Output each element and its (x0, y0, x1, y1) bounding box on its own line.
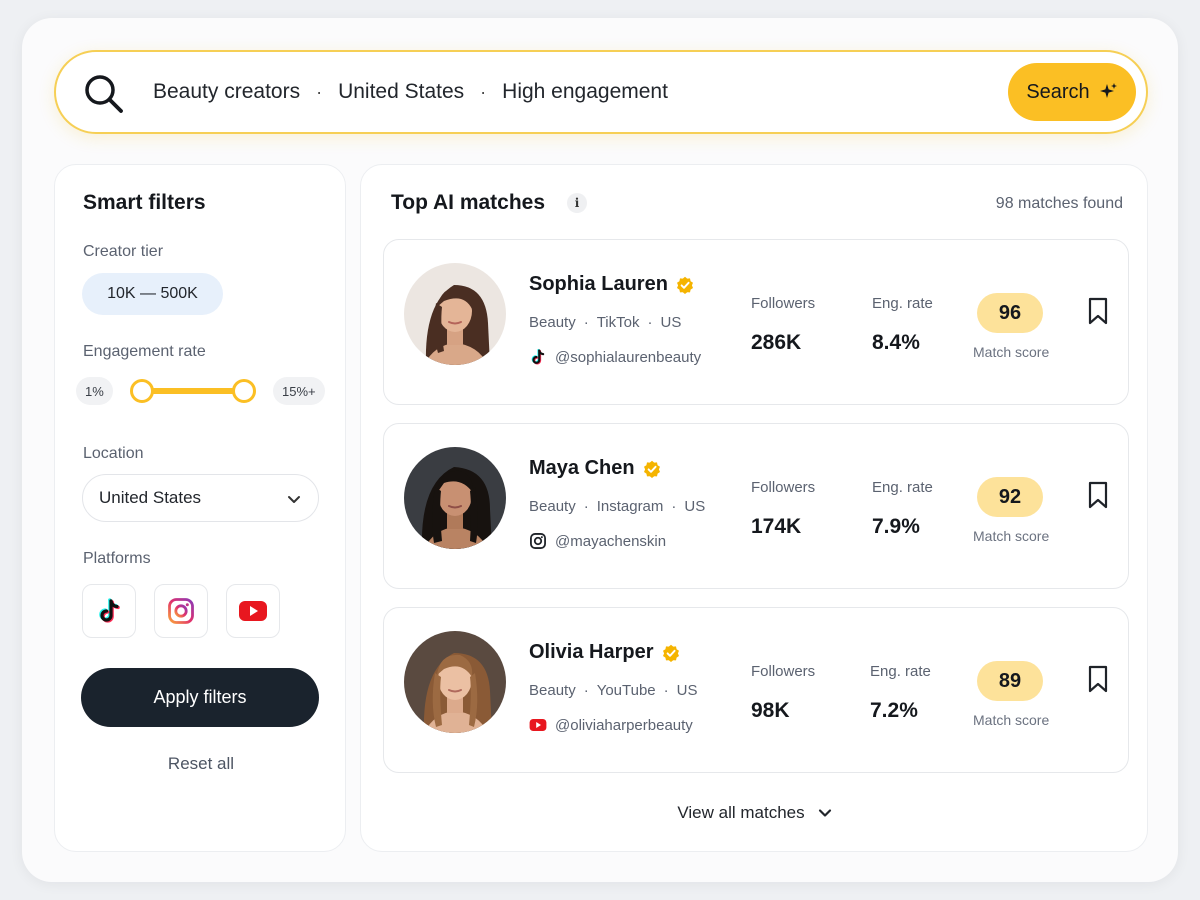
engagement-rate-label: Engagement rate (83, 343, 206, 360)
creator-handle[interactable]: @oliviaharperbeauty (529, 716, 693, 734)
creator-country: US (676, 682, 698, 699)
apply-filters-button[interactable]: Apply filters (81, 668, 319, 727)
creator-platform: Instagram (596, 498, 664, 515)
view-all-matches-link[interactable]: View all matches (361, 802, 1149, 824)
top-matches-panel: Top AI matches i 98 matches found Sophia… (360, 164, 1148, 852)
followers-label: Followers (751, 479, 816, 496)
creator-platform: TikTok (596, 314, 640, 331)
creator-handle[interactable]: @mayachenskin (529, 532, 666, 550)
bookmark-icon[interactable] (1086, 480, 1110, 510)
creator-meta: Beauty · TikTok · US (529, 314, 682, 331)
query-term-location: United States (338, 80, 465, 103)
query-term-category: Beauty creators (153, 80, 301, 103)
eng-rate-value: 7.2% (870, 699, 918, 722)
creator-handle-text: @oliviaharperbeauty (555, 716, 693, 734)
reset-all-link[interactable]: Reset all (55, 754, 347, 774)
location-select[interactable]: United States (82, 474, 319, 522)
instagram-icon (530, 533, 546, 549)
match-score-badge: 89 (977, 661, 1043, 701)
instagram-icon (168, 598, 194, 624)
followers-value: 174K (751, 515, 802, 538)
eng-rate-label: Eng. rate (870, 663, 931, 680)
creator-platform: YouTube (596, 682, 656, 699)
location-value: United States (99, 488, 202, 507)
filters-title: Smart filters (83, 191, 206, 214)
matches-title: Top AI matches (391, 191, 546, 214)
creator-name-text: Maya Chen (529, 457, 635, 479)
creator-handle[interactable]: @sophialaurenbeauty (529, 348, 701, 366)
query-separator: · (316, 81, 323, 102)
engagement-max-value: 15%+ (273, 377, 325, 405)
search-icon (85, 75, 123, 113)
bookmark-icon[interactable] (1086, 296, 1110, 326)
search-button[interactable]: Search (1008, 63, 1136, 121)
creator-name[interactable]: Olivia Harper (529, 641, 680, 664)
search-button-label: Search (1026, 80, 1090, 103)
tiktok-icon (99, 598, 120, 623)
tiktok-icon (531, 348, 545, 365)
match-score-badge: 96 (977, 293, 1043, 333)
query-term-engagement: High engagement (502, 80, 668, 103)
smart-filters-panel: Smart filters Creator tier 10K — 500K En… (54, 164, 346, 852)
chevron-down-icon (288, 496, 300, 503)
platform-youtube-button[interactable] (226, 584, 280, 638)
query-separator: · (480, 81, 487, 102)
creator-meta: Beauty · Instagram · US (529, 498, 706, 515)
engagement-min-value: 1% (76, 377, 113, 405)
eng-rate-label: Eng. rate (872, 295, 933, 312)
match-count: 98 matches found (995, 195, 1123, 212)
match-score-badge: 92 (977, 477, 1043, 517)
followers-label: Followers (751, 663, 816, 680)
eng-rate-value: 8.4% (872, 331, 920, 354)
verified-badge-icon (643, 460, 660, 478)
platforms-label: Platforms (83, 550, 151, 567)
view-all-label: View all matches (677, 803, 805, 822)
creator-meta: Beauty · YouTube · US (529, 682, 698, 699)
creator-card[interactable]: Maya Chen Beauty · Instagram · US @mayachens… (383, 423, 1129, 589)
search-query[interactable]: Beauty creators · United States · High e… (153, 52, 668, 132)
creator-category: Beauty (529, 498, 576, 515)
followers-value: 286K (751, 331, 802, 354)
location-label: Location (83, 445, 144, 462)
sparkle-icon (1099, 83, 1117, 98)
creator-handle-text: @sophialaurenbeauty (555, 348, 702, 366)
followers-value: 98K (751, 699, 790, 722)
followers-label: Followers (751, 295, 816, 312)
platform-tiktok-button[interactable] (82, 584, 136, 638)
info-icon[interactable]: i (567, 193, 587, 213)
platform-instagram-button[interactable] (154, 584, 208, 638)
eng-rate-label: Eng. rate (872, 479, 933, 496)
creator-country: US (684, 498, 706, 515)
creator-tier-label: Creator tier (83, 243, 164, 260)
creator-card[interactable]: Sophia Lauren Beauty · TikTok · US @sophiala… (383, 239, 1129, 405)
creator-name[interactable]: Sophia Lauren (529, 273, 694, 296)
verified-badge-icon (676, 276, 693, 294)
match-score-label: Match score (973, 528, 1050, 544)
avatar (404, 631, 506, 733)
creator-name-text: Olivia Harper (529, 641, 654, 663)
engagement-slider-max-handle[interactable] (232, 379, 256, 403)
youtube-icon (239, 601, 267, 621)
creator-category: Beauty (529, 314, 576, 331)
creator-tier-chip[interactable]: 10K — 500K (82, 273, 223, 315)
avatar (404, 447, 506, 549)
engagement-slider-min-handle[interactable] (130, 379, 154, 403)
chevron-down-icon (818, 809, 831, 817)
engagement-slider-track[interactable] (142, 388, 244, 394)
verified-badge-icon (662, 644, 679, 662)
match-score-label: Match score (973, 712, 1050, 728)
creator-country: US (660, 314, 682, 331)
youtube-icon (529, 719, 547, 731)
creator-name-text: Sophia Lauren (529, 273, 668, 295)
eng-rate-value: 7.9% (872, 515, 920, 538)
avatar (404, 263, 506, 365)
bookmark-icon[interactable] (1086, 664, 1110, 694)
app-window: Beauty creators · United States · High e… (22, 18, 1178, 882)
search-bar[interactable]: Beauty creators · United States · High e… (54, 50, 1148, 134)
match-score-label: Match score (973, 344, 1050, 360)
creator-handle-text: @mayachenskin (555, 532, 667, 550)
creator-category: Beauty (529, 682, 576, 699)
creator-card[interactable]: Olivia Harper Beauty · YouTube · US @oliviah… (383, 607, 1129, 773)
creator-name[interactable]: Maya Chen (529, 457, 661, 480)
